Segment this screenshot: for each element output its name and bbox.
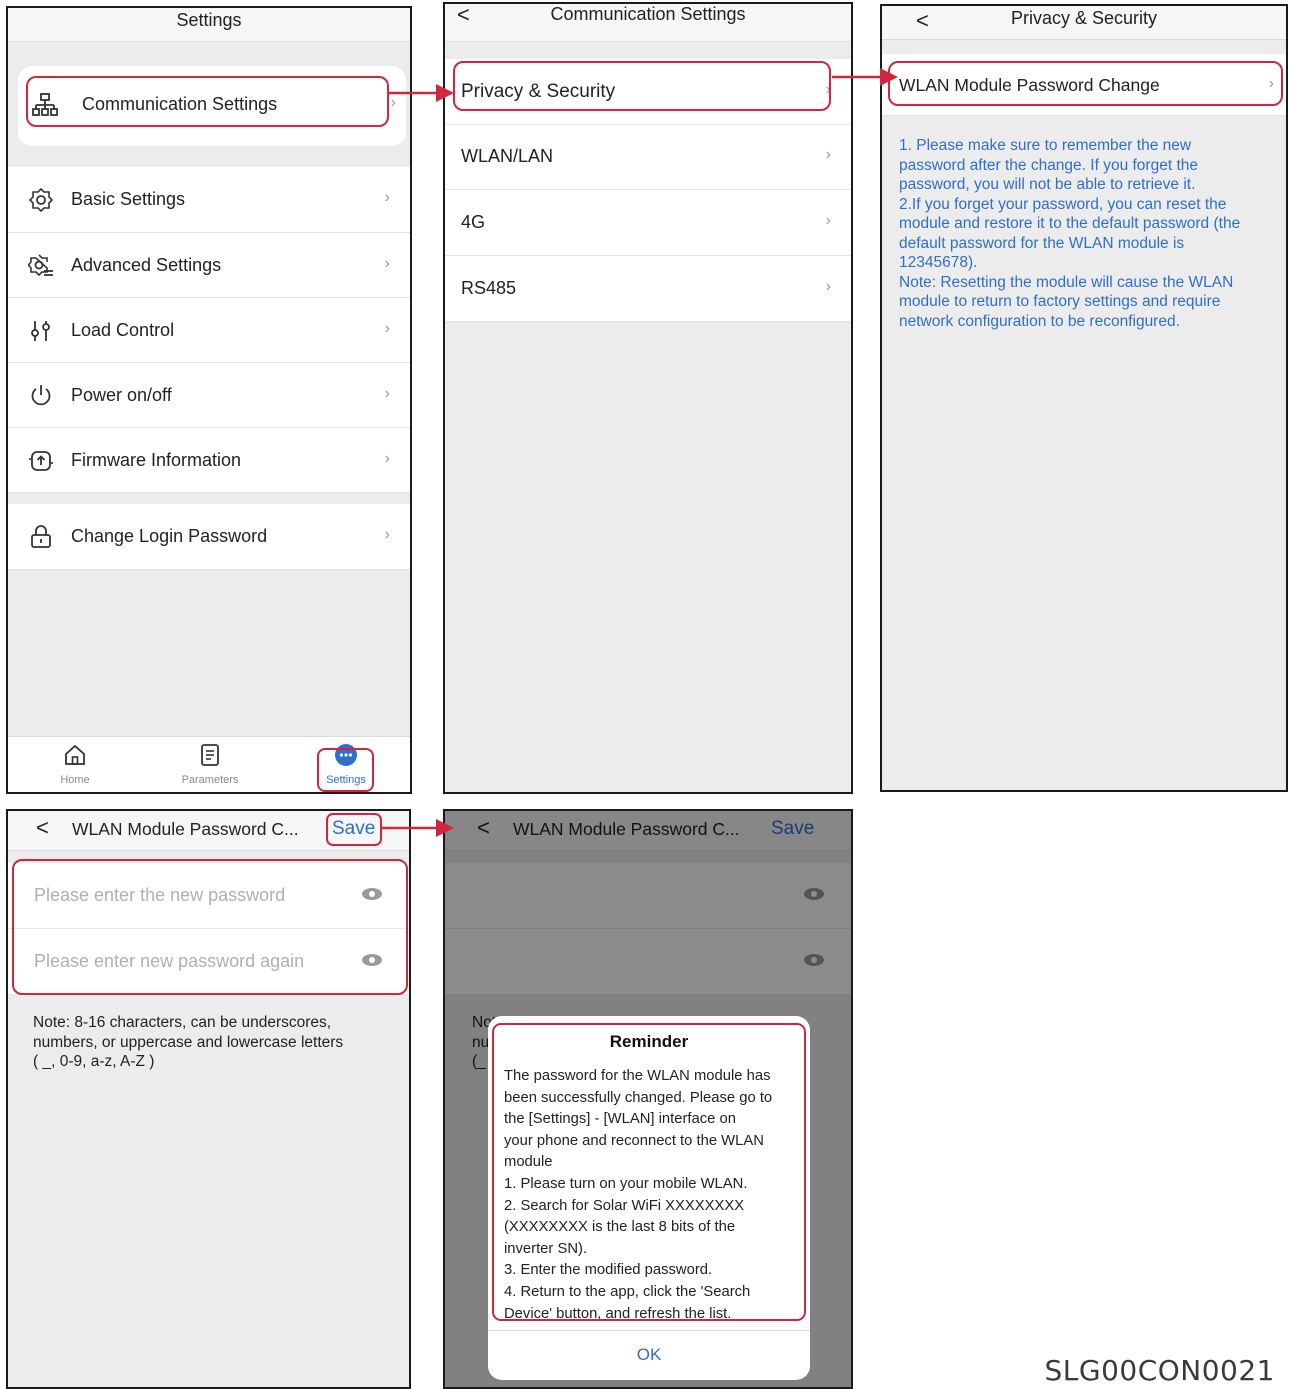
highlight-save (326, 813, 382, 846)
sliders-icon (31, 321, 50, 341)
settings-item-power[interactable]: Power on/off › (8, 363, 410, 428)
settings-item-change-password[interactable]: Change Login Password › (8, 504, 410, 570)
communication-settings-screen: < Communication Settings Privacy & Secur… (443, 2, 853, 794)
comm-item-rs485[interactable]: RS485 › (445, 256, 851, 322)
comm-item-4g[interactable]: 4G › (445, 190, 851, 256)
lock-icon (31, 525, 51, 548)
comm-item-wlan-lan[interactable]: WLAN/LAN › (445, 125, 851, 190)
highlight-wlan-password-change (888, 61, 1283, 106)
settings-item-label: Power on/off (71, 385, 172, 405)
highlight-communication-settings (26, 76, 389, 127)
highlight-privacy-security (453, 61, 831, 111)
settings-item-label: Advanced Settings (71, 255, 222, 275)
comm-item-label: 4G (461, 212, 486, 232)
settings-item-firmware[interactable]: Firmware Information › (8, 428, 410, 493)
flow-arrow-icon (381, 819, 454, 837)
tab-label: Parameters (181, 774, 239, 786)
advanced-gear-icon (28, 254, 53, 277)
chevron-right-icon: › (384, 320, 390, 337)
settings-item-label: Load Control (71, 320, 175, 340)
settings-title: Settings (176, 10, 242, 30)
chevron-right-icon: › (384, 385, 390, 402)
highlight-settings-tab (317, 748, 374, 792)
gear-icon (28, 187, 54, 213)
privacy-title: Privacy & Security (1010, 8, 1158, 28)
password-title: WLAN Module Password C... (72, 819, 299, 839)
flow-arrow-icon (388, 84, 454, 102)
chevron-right-icon: › (825, 146, 831, 163)
settings-item-label: Change Login Password (71, 526, 268, 546)
highlight-reminder-text (492, 1023, 806, 1321)
privacy-security-screen: < Privacy & Security WLAN Module Passwor… (880, 4, 1288, 792)
communication-navbar: < Communication Settings (445, 4, 851, 42)
password-note: Note: 8-16 characters, can be underscore… (33, 1014, 344, 1070)
dialog-footer: OK (488, 1330, 810, 1380)
chevron-right-icon: › (384, 189, 390, 206)
chevron-right-icon: › (384, 450, 390, 467)
chevron-right-icon: › (825, 278, 831, 295)
firmware-upload-icon (29, 451, 53, 471)
comm-item-label: WLAN/LAN (461, 146, 554, 166)
figure-code: SLG00CON0021 (1044, 1354, 1275, 1387)
highlight-password-fields (12, 859, 408, 995)
password-change-screen: < WLAN Module Password C... Save Please … (6, 809, 411, 1389)
settings-item-load-control[interactable]: Load Control › (8, 298, 410, 363)
tab-label: Home (60, 774, 90, 786)
document-icon (201, 744, 219, 766)
settings-item-basic[interactable]: Basic Settings › (8, 167, 410, 233)
ok-button[interactable]: OK (488, 1331, 810, 1379)
settings-screen: Settings Communication Settings › Basic … (6, 6, 412, 794)
chevron-right-icon: › (825, 212, 831, 229)
settings-item-advanced[interactable]: Advanced Settings › (8, 233, 410, 298)
home-icon (65, 744, 85, 765)
back-button[interactable]: < (36, 815, 49, 841)
settings-item-label: Firmware Information (71, 450, 242, 470)
reminder-screen: < WLAN Module Password C... Save Not nu … (443, 809, 853, 1389)
chevron-right-icon: › (384, 526, 390, 543)
tab-home[interactable]: Home (25, 743, 125, 786)
settings-navbar: Settings (8, 8, 410, 42)
chevron-right-icon: › (384, 255, 390, 272)
communication-title: Communication Settings (550, 4, 746, 24)
comm-item-label: RS485 (461, 278, 517, 298)
flow-arrow-icon (832, 68, 898, 86)
privacy-note: 1. Please make sure to remember the new … (899, 137, 1241, 330)
privacy-navbar: < Privacy & Security (882, 6, 1286, 40)
power-icon (31, 385, 51, 406)
settings-item-label: Basic Settings (71, 189, 186, 209)
tab-parameters[interactable]: Parameters (160, 743, 260, 786)
